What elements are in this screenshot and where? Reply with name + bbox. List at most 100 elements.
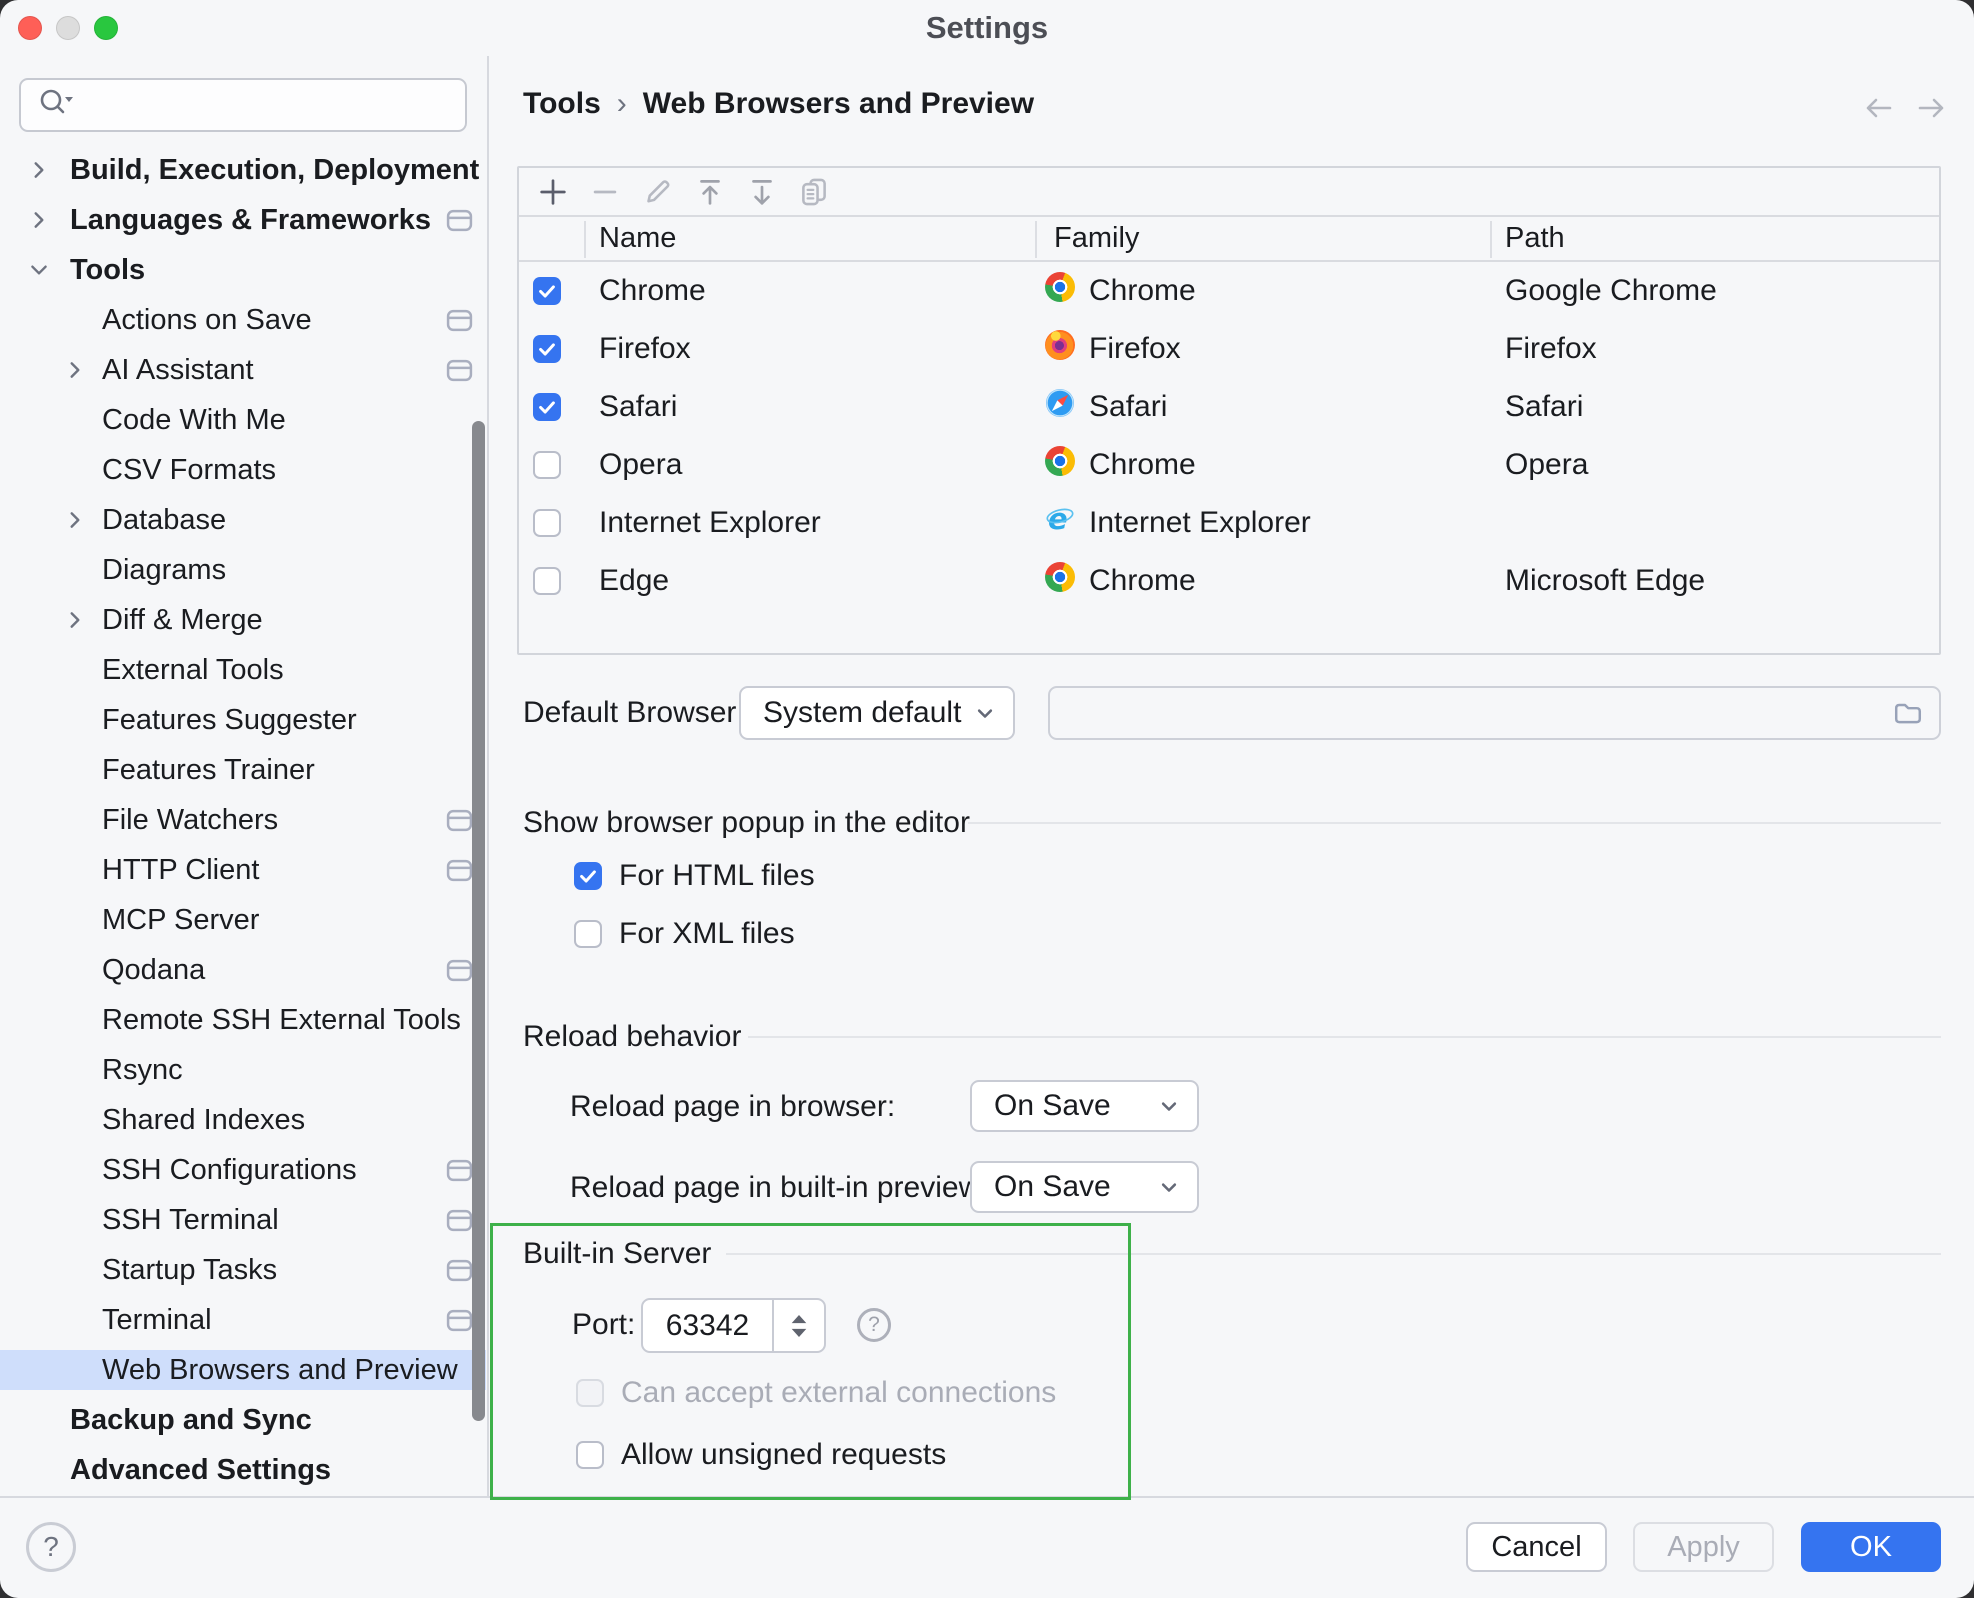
- chrome-icon: [1045, 446, 1075, 484]
- row-checkbox[interactable]: [533, 567, 561, 595]
- table-row[interactable]: SafariSafariSafari: [519, 378, 1939, 436]
- row-checkbox[interactable]: [533, 509, 561, 537]
- chevron-right-icon[interactable]: [64, 507, 86, 541]
- sidebar-scrollbar[interactable]: [472, 421, 485, 1421]
- column-header-path[interactable]: Path: [1505, 217, 1565, 260]
- remove-button[interactable]: [587, 174, 623, 210]
- reload-select-value: On Save: [994, 1170, 1111, 1204]
- port-value[interactable]: 63342: [643, 1300, 772, 1351]
- move-up-button[interactable]: [692, 174, 728, 210]
- checkbox[interactable]: [574, 920, 602, 948]
- reload-select-2[interactable]: On Save: [970, 1161, 1199, 1213]
- row-checkbox[interactable]: [533, 335, 561, 363]
- sidebar-item-ai-assistant[interactable]: AI Assistant: [0, 350, 486, 390]
- apply-button[interactable]: Apply: [1633, 1522, 1774, 1572]
- sidebar-item-csv-formats[interactable]: CSV Formats: [0, 450, 486, 490]
- column-header-family[interactable]: Family: [1054, 217, 1139, 260]
- reload-row-label: Reload page in browser:: [570, 1087, 895, 1127]
- checkbox[interactable]: [576, 1379, 604, 1407]
- browser-name-cell: Safari: [599, 378, 677, 436]
- breadcrumb-tools[interactable]: Tools: [523, 87, 601, 121]
- sidebar-item-external-tools[interactable]: External Tools: [0, 650, 486, 690]
- chevron-right-icon[interactable]: [64, 607, 86, 641]
- sidebar-item-languages-frameworks[interactable]: Languages & Frameworks: [0, 200, 486, 240]
- cancel-button[interactable]: Cancel: [1466, 1522, 1607, 1572]
- family-label: Firefox: [1089, 332, 1181, 366]
- sidebar-item-ssh-configurations[interactable]: SSH Configurations: [0, 1150, 486, 1190]
- sidebar-item-remote-ssh-external-tools[interactable]: Remote SSH External Tools: [0, 1000, 486, 1040]
- edit-button[interactable]: [639, 174, 675, 210]
- port-help-icon[interactable]: ?: [857, 1308, 891, 1342]
- row-checkbox[interactable]: [533, 277, 561, 305]
- copy-button[interactable]: [796, 174, 832, 210]
- forward-button[interactable]: [1910, 90, 1954, 131]
- table-row[interactable]: Internet ExplorereInternet Explorer: [519, 494, 1939, 552]
- stepper-arrows-icon[interactable]: [780, 1307, 818, 1345]
- sidebar-item-build-execution-deployment[interactable]: Build, Execution, Deployment: [0, 150, 486, 190]
- sidebar-item-label: Code With Me: [102, 404, 286, 437]
- sidebar-item-terminal[interactable]: Terminal: [0, 1300, 486, 1340]
- sidebar-item-label: Build, Execution, Deployment: [70, 154, 479, 187]
- move-down-button[interactable]: [744, 174, 780, 210]
- checkbox-option-allow-unsigned-requests[interactable]: Allow unsigned requests: [576, 1438, 946, 1472]
- sidebar-item-advanced-settings[interactable]: Advanced Settings: [0, 1450, 486, 1490]
- row-checkbox[interactable]: [533, 451, 561, 479]
- sidebar-item-code-with-me[interactable]: Code With Me: [0, 400, 486, 440]
- sidebar-item-database[interactable]: Database: [0, 500, 486, 540]
- server-section-title: Built-in Server: [523, 1234, 711, 1274]
- checkbox-option-for-html-files[interactable]: For HTML files: [574, 859, 815, 893]
- ok-button[interactable]: OK: [1801, 1522, 1941, 1572]
- column-header-name[interactable]: Name: [599, 217, 676, 260]
- sidebar-item-label: HTTP Client: [102, 854, 259, 887]
- sidebar-item-web-browsers-and-preview[interactable]: Web Browsers and Preview: [0, 1350, 486, 1390]
- checkbox[interactable]: [576, 1441, 604, 1469]
- reload-select-1[interactable]: On Save: [970, 1080, 1199, 1132]
- sidebar-item-diagrams[interactable]: Diagrams: [0, 550, 486, 590]
- folder-icon[interactable]: [1891, 698, 1925, 728]
- chevron-down-icon[interactable]: [28, 257, 50, 291]
- chevron-down-icon: [1155, 1092, 1183, 1120]
- table-toolbar: [519, 168, 1939, 215]
- sidebar-item-file-watchers[interactable]: File Watchers: [0, 800, 486, 840]
- browser-path-cell: Opera: [1505, 436, 1588, 494]
- row-checkbox[interactable]: [533, 393, 561, 421]
- table-row[interactable]: EdgeChromeMicrosoft Edge: [519, 552, 1939, 610]
- chevron-right-icon[interactable]: [28, 207, 50, 241]
- checkbox[interactable]: [574, 862, 602, 890]
- table-row[interactable]: OperaChromeOpera: [519, 436, 1939, 494]
- sidebar-item-label: Backup and Sync: [70, 1404, 312, 1437]
- sidebar-item-features-trainer[interactable]: Features Trainer: [0, 750, 486, 790]
- checkbox-option-can-accept-external-connections[interactable]: Can accept external connections: [576, 1376, 1056, 1410]
- table-row[interactable]: ChromeChromeGoogle Chrome: [519, 262, 1939, 320]
- back-button[interactable]: [1856, 90, 1900, 131]
- checkbox-label: For XML files: [619, 917, 795, 951]
- sidebar-item-qodana[interactable]: Qodana: [0, 950, 486, 990]
- sidebar-item-ssh-terminal[interactable]: SSH Terminal: [0, 1200, 486, 1240]
- sidebar-item-label: Diff & Merge: [102, 604, 263, 637]
- sidebar-item-backup-and-sync[interactable]: Backup and Sync: [0, 1400, 486, 1440]
- sidebar-item-tools[interactable]: Tools: [0, 250, 486, 290]
- checkbox-label: For HTML files: [619, 859, 815, 893]
- sidebar-item-actions-on-save[interactable]: Actions on Save: [0, 300, 486, 340]
- default-browser-select[interactable]: System default: [739, 686, 1015, 740]
- sidebar-item-mcp-server[interactable]: MCP Server: [0, 900, 486, 940]
- sidebar-item-http-client[interactable]: HTTP Client: [0, 850, 486, 890]
- sidebar-item-diff-merge[interactable]: Diff & Merge: [0, 600, 486, 640]
- table-row[interactable]: FirefoxFirefoxFirefox: [519, 320, 1939, 378]
- checkbox-option-for-xml-files[interactable]: For XML files: [574, 917, 795, 951]
- sidebar-item-startup-tasks[interactable]: Startup Tasks: [0, 1250, 486, 1290]
- chevron-right-icon[interactable]: [64, 357, 86, 391]
- sidebar-item-features-suggester[interactable]: Features Suggester: [0, 700, 486, 740]
- browser-path-field[interactable]: [1048, 686, 1941, 740]
- add-button[interactable]: [535, 174, 571, 210]
- help-button[interactable]: ?: [26, 1522, 76, 1572]
- sidebar-item-rsync[interactable]: Rsync: [0, 1050, 486, 1090]
- port-stepper[interactable]: 63342: [641, 1298, 826, 1353]
- chevron-right-icon[interactable]: [28, 157, 50, 191]
- sidebar-item-label: Advanced Settings: [70, 1454, 331, 1487]
- chevron-down-icon: [1155, 1173, 1183, 1201]
- help-label: ?: [43, 1531, 59, 1563]
- breadcrumb: Tools › Web Browsers and Preview: [523, 84, 1034, 124]
- sidebar-item-shared-indexes[interactable]: Shared Indexes: [0, 1100, 486, 1140]
- search-input[interactable]: [19, 78, 467, 132]
